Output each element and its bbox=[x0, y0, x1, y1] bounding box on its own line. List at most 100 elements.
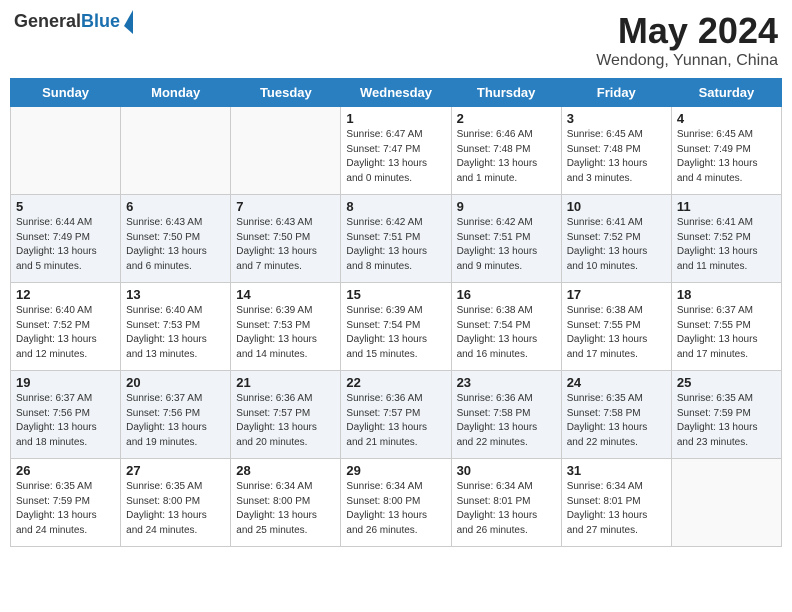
day-number: 26 bbox=[16, 463, 115, 478]
day-info: Sunrise: 6:37 AM Sunset: 7:56 PM Dayligh… bbox=[126, 392, 225, 450]
calendar-cell bbox=[11, 107, 121, 195]
day-info: Sunrise: 6:35 AM Sunset: 7:59 PM Dayligh… bbox=[16, 480, 115, 538]
calendar-cell: 9Sunrise: 6:42 AM Sunset: 7:51 PM Daylig… bbox=[451, 195, 561, 283]
calendar-cell: 27Sunrise: 6:35 AM Sunset: 8:00 PM Dayli… bbox=[121, 459, 231, 547]
calendar-cell: 22 Sunrise: 6:36 AM Sunset: 7:57 PM Dayli… bbox=[341, 371, 451, 459]
calendar-cell: 21 Sunrise: 6:36 AM Sunset: 7:57 PM Dayli… bbox=[231, 371, 341, 459]
col-tuesday: Tuesday bbox=[231, 79, 341, 107]
day-info: Sunrise: 6:39 AM Sunset: 7:53 PM Dayligh… bbox=[236, 304, 335, 362]
day-number: 22 bbox=[346, 375, 445, 390]
calendar-cell: 10Sunrise: 6:41 AM Sunset: 7:52 PM Dayli… bbox=[561, 195, 671, 283]
calendar-cell bbox=[671, 459, 781, 547]
page-header: GeneralBlue May 2024 Wendong, Yunnan, Ch… bbox=[10, 10, 782, 70]
day-info: Sunrise: 6:45 AM Sunset: 7:49 PM Dayligh… bbox=[677, 128, 776, 186]
calendar-cell: 12 Sunrise: 6:40 AM Sunset: 7:52 PM Dayli… bbox=[11, 283, 121, 371]
day-number: 3 bbox=[567, 111, 666, 126]
calendar-cell: 5 Sunrise: 6:44 AM Sunset: 7:49 PM Daylig… bbox=[11, 195, 121, 283]
day-info: Sunrise: 6:40 AM Sunset: 7:52 PM Dayligh… bbox=[16, 304, 115, 362]
day-number: 1 bbox=[346, 111, 445, 126]
col-wednesday: Wednesday bbox=[341, 79, 451, 107]
calendar-cell: 6Sunrise: 6:43 AM Sunset: 7:50 PM Daylig… bbox=[121, 195, 231, 283]
day-number: 17 bbox=[567, 287, 666, 302]
day-info: Sunrise: 6:36 AM Sunset: 7:58 PM Dayligh… bbox=[457, 392, 556, 450]
calendar-header-row: Sunday Monday Tuesday Wednesday Thursday… bbox=[11, 79, 782, 107]
col-saturday: Saturday bbox=[671, 79, 781, 107]
day-info: Sunrise: 6:41 AM Sunset: 7:52 PM Dayligh… bbox=[677, 216, 776, 274]
day-number: 15 bbox=[346, 287, 445, 302]
logo-blue-text: Blue bbox=[81, 11, 120, 31]
day-info: Sunrise: 6:37 AM Sunset: 7:56 PM Dayligh… bbox=[16, 392, 115, 450]
day-number: 23 bbox=[457, 375, 556, 390]
calendar-cell: 4Sunrise: 6:45 AM Sunset: 7:49 PM Daylig… bbox=[671, 107, 781, 195]
calendar-cell: 31Sunrise: 6:34 AM Sunset: 8:01 PM Dayli… bbox=[561, 459, 671, 547]
col-sunday: Sunday bbox=[11, 79, 121, 107]
calendar-cell: 8Sunrise: 6:42 AM Sunset: 7:51 PM Daylig… bbox=[341, 195, 451, 283]
day-info: Sunrise: 6:41 AM Sunset: 7:52 PM Dayligh… bbox=[567, 216, 666, 274]
day-info: Sunrise: 6:35 AM Sunset: 7:58 PM Dayligh… bbox=[567, 392, 666, 450]
day-info: Sunrise: 6:44 AM Sunset: 7:49 PM Dayligh… bbox=[16, 216, 115, 274]
day-number: 14 bbox=[236, 287, 335, 302]
day-number: 6 bbox=[126, 199, 225, 214]
calendar-cell: 25Sunrise: 6:35 AM Sunset: 7:59 PM Dayli… bbox=[671, 371, 781, 459]
calendar-cell: 2Sunrise: 6:46 AM Sunset: 7:48 PM Daylig… bbox=[451, 107, 561, 195]
calendar-week-row: 12 Sunrise: 6:40 AM Sunset: 7:52 PM Dayli… bbox=[11, 283, 782, 371]
day-info: Sunrise: 6:42 AM Sunset: 7:51 PM Dayligh… bbox=[346, 216, 445, 274]
calendar-cell: 24Sunrise: 6:35 AM Sunset: 7:58 PM Dayli… bbox=[561, 371, 671, 459]
calendar-cell bbox=[121, 107, 231, 195]
day-number: 12 bbox=[16, 287, 115, 302]
day-number: 5 bbox=[16, 199, 115, 214]
calendar-location: Wendong, Yunnan, China bbox=[596, 52, 778, 70]
day-number: 11 bbox=[677, 199, 776, 214]
day-info: Sunrise: 6:38 AM Sunset: 7:54 PM Dayligh… bbox=[457, 304, 556, 362]
calendar-cell: 14 Sunrise: 6:39 AM Sunset: 7:53 PM Dayli… bbox=[231, 283, 341, 371]
calendar-cell: 29 Sunrise: 6:34 AM Sunset: 8:00 PM Dayli… bbox=[341, 459, 451, 547]
logo: GeneralBlue bbox=[14, 10, 133, 34]
day-number: 16 bbox=[457, 287, 556, 302]
day-info: Sunrise: 6:35 AM Sunset: 7:59 PM Dayligh… bbox=[677, 392, 776, 450]
calendar-cell: 26 Sunrise: 6:35 AM Sunset: 7:59 PM Dayli… bbox=[11, 459, 121, 547]
calendar-week-row: 19 Sunrise: 6:37 AM Sunset: 7:56 PM Dayli… bbox=[11, 371, 782, 459]
day-info: Sunrise: 6:35 AM Sunset: 8:00 PM Dayligh… bbox=[126, 480, 225, 538]
day-info: Sunrise: 6:43 AM Sunset: 7:50 PM Dayligh… bbox=[236, 216, 335, 274]
day-number: 31 bbox=[567, 463, 666, 478]
logo-triangle bbox=[124, 10, 133, 26]
day-info: Sunrise: 6:40 AM Sunset: 7:53 PM Dayligh… bbox=[126, 304, 225, 362]
calendar-cell: 20 Sunrise: 6:37 AM Sunset: 7:56 PM Dayli… bbox=[121, 371, 231, 459]
day-info: Sunrise: 6:37 AM Sunset: 7:55 PM Dayligh… bbox=[677, 304, 776, 362]
calendar-cell: 15 Sunrise: 6:39 AM Sunset: 7:54 PM Dayli… bbox=[341, 283, 451, 371]
day-number: 30 bbox=[457, 463, 556, 478]
day-number: 29 bbox=[346, 463, 445, 478]
day-number: 28 bbox=[236, 463, 335, 478]
day-info: Sunrise: 6:45 AM Sunset: 7:48 PM Dayligh… bbox=[567, 128, 666, 186]
day-info: Sunrise: 6:39 AM Sunset: 7:54 PM Dayligh… bbox=[346, 304, 445, 362]
day-number: 18 bbox=[677, 287, 776, 302]
calendar-cell: 7 Sunrise: 6:43 AM Sunset: 7:50 PM Daylig… bbox=[231, 195, 341, 283]
calendar-cell bbox=[231, 107, 341, 195]
day-info: Sunrise: 6:36 AM Sunset: 7:57 PM Dayligh… bbox=[346, 392, 445, 450]
calendar-cell: 1 Sunrise: 6:47 AM Sunset: 7:47 PM Daylig… bbox=[341, 107, 451, 195]
calendar-cell: 19 Sunrise: 6:37 AM Sunset: 7:56 PM Dayli… bbox=[11, 371, 121, 459]
calendar-table: Sunday Monday Tuesday Wednesday Thursday… bbox=[10, 78, 782, 547]
calendar-title: May 2024 bbox=[596, 10, 778, 52]
day-info: Sunrise: 6:42 AM Sunset: 7:51 PM Dayligh… bbox=[457, 216, 556, 274]
calendar-week-row: 1 Sunrise: 6:47 AM Sunset: 7:47 PM Daylig… bbox=[11, 107, 782, 195]
day-info: Sunrise: 6:34 AM Sunset: 8:01 PM Dayligh… bbox=[457, 480, 556, 538]
calendar-cell: 16 Sunrise: 6:38 AM Sunset: 7:54 PM Dayli… bbox=[451, 283, 561, 371]
day-number: 7 bbox=[236, 199, 335, 214]
day-number: 19 bbox=[16, 375, 115, 390]
day-info: Sunrise: 6:46 AM Sunset: 7:48 PM Dayligh… bbox=[457, 128, 556, 186]
title-block: May 2024 Wendong, Yunnan, China bbox=[596, 10, 778, 70]
calendar-week-row: 5 Sunrise: 6:44 AM Sunset: 7:49 PM Daylig… bbox=[11, 195, 782, 283]
calendar-cell: 18 Sunrise: 6:37 AM Sunset: 7:55 PM Dayli… bbox=[671, 283, 781, 371]
calendar-cell: 13 Sunrise: 6:40 AM Sunset: 7:53 PM Dayli… bbox=[121, 283, 231, 371]
day-info: Sunrise: 6:34 AM Sunset: 8:00 PM Dayligh… bbox=[236, 480, 335, 538]
day-number: 20 bbox=[126, 375, 225, 390]
day-info: Sunrise: 6:34 AM Sunset: 8:00 PM Dayligh… bbox=[346, 480, 445, 538]
day-number: 21 bbox=[236, 375, 335, 390]
day-info: Sunrise: 6:36 AM Sunset: 7:57 PM Dayligh… bbox=[236, 392, 335, 450]
day-number: 13 bbox=[126, 287, 225, 302]
day-info: Sunrise: 6:47 AM Sunset: 7:47 PM Dayligh… bbox=[346, 128, 445, 186]
col-thursday: Thursday bbox=[451, 79, 561, 107]
col-monday: Monday bbox=[121, 79, 231, 107]
calendar-cell: 11 Sunrise: 6:41 AM Sunset: 7:52 PM Dayli… bbox=[671, 195, 781, 283]
